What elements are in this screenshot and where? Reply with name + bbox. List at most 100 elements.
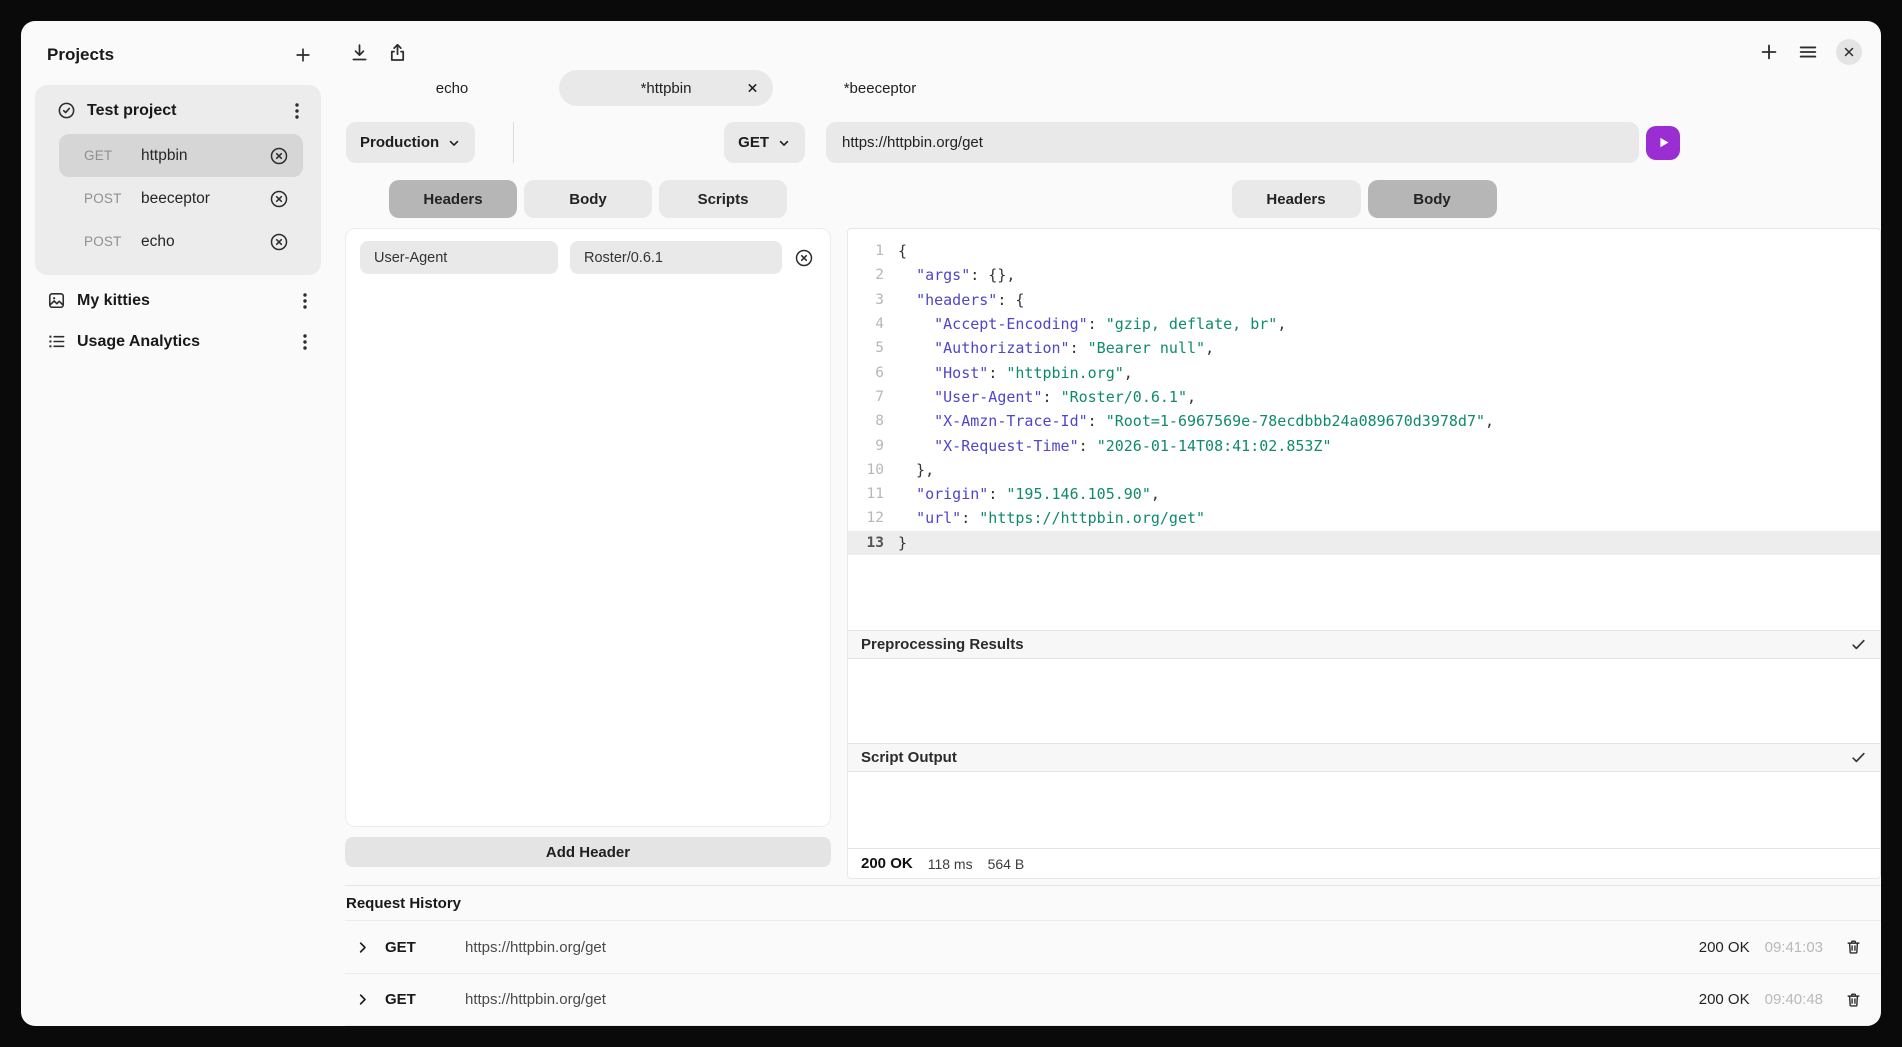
request-method-label: POST (84, 234, 128, 249)
sidebar-item-label: My kitties (77, 292, 150, 310)
expand-row-button[interactable] (355, 940, 370, 955)
code-text: "headers": { (898, 291, 1024, 309)
x-circle-icon (269, 189, 289, 209)
project-request-item[interactable]: POST echo (59, 220, 303, 263)
response-card: 1 { 2 "args": {}, 3 "headers": { 4 (847, 228, 1881, 879)
environment-dropdown[interactable]: Production (346, 122, 475, 163)
history-time: 09:41:03 (1765, 939, 1823, 956)
tabstrip: echo *httpbin *beeceptor (345, 70, 1881, 106)
close-icon (1843, 46, 1855, 58)
response-pane-tab[interactable]: Headers (1232, 180, 1361, 218)
add-project-button[interactable] (293, 45, 313, 65)
chevron-down-icon (447, 136, 461, 150)
preprocessing-results-header: Preprocessing Results (848, 630, 1880, 659)
code-line: 6 "Host": "httpbin.org", (848, 360, 1880, 384)
request-tab[interactable]: echo (345, 70, 559, 106)
tab-label: Body (569, 191, 607, 208)
response-pane: Headers Body 1 { 2 "args": {}, (847, 180, 1881, 879)
output-line (861, 664, 1867, 688)
history-row[interactable]: GET https://httpbin.org/get 200 OK 09:40… (345, 973, 1881, 1026)
close-window-button[interactable] (1836, 39, 1862, 65)
header-value-input[interactable]: Roster/0.6.1 (570, 241, 782, 274)
line-number: 10 (848, 462, 884, 478)
sidebar-item-usage-analytics[interactable]: Usage Analytics (21, 316, 333, 357)
plus-icon (1758, 41, 1780, 63)
x-circle-icon (794, 248, 814, 268)
response-body-viewer[interactable]: 1 { 2 "args": {}, 3 "headers": { 4 (848, 229, 1880, 630)
download-button[interactable] (349, 42, 370, 63)
delete-request-button[interactable] (269, 189, 289, 209)
request-pane-tab[interactable]: Scripts (659, 180, 787, 218)
request-pane: Headers Body Scripts User-Agent Roster/0… (345, 180, 831, 879)
environment-label: Production (360, 134, 439, 151)
menu-button[interactable] (1797, 41, 1819, 63)
kebab-menu-icon (289, 102, 305, 120)
delete-history-button[interactable] (1845, 991, 1862, 1009)
project-menu-button[interactable] (289, 102, 305, 120)
response-pane-tabs: Headers Body (847, 180, 1881, 218)
project-name: Test project (87, 102, 177, 120)
delete-request-button[interactable] (269, 232, 289, 252)
request-pane-tab[interactable]: Headers (389, 180, 517, 218)
request-name-label: httpbin (141, 147, 188, 165)
my-kitties-menu-button[interactable] (297, 292, 313, 310)
request-tab[interactable]: *beeceptor (773, 70, 987, 106)
preprocessing-output (848, 659, 1880, 743)
delete-request-button[interactable] (269, 146, 289, 166)
trash-icon (1845, 938, 1862, 956)
tab-label: Headers (1266, 191, 1325, 208)
share-button[interactable] (387, 42, 408, 63)
output-line (861, 736, 1867, 743)
script-output (848, 772, 1880, 848)
output-line (861, 712, 1867, 736)
expand-row-button[interactable] (355, 992, 370, 1007)
request-tab[interactable]: *httpbin (559, 70, 773, 106)
history-method: GET (385, 991, 423, 1008)
history-url: https://httpbin.org/get (465, 991, 606, 1008)
line-number: 9 (848, 438, 884, 454)
response-pane-tab[interactable]: Body (1368, 180, 1497, 218)
request-tab-label: echo (436, 80, 469, 97)
line-number: 3 (848, 292, 884, 308)
line-number: 4 (848, 316, 884, 332)
plus-icon (293, 45, 313, 65)
code-text: { (898, 242, 907, 260)
delete-history-button[interactable] (1845, 938, 1862, 956)
header-row: User-Agent Roster/0.6.1 (360, 241, 816, 274)
projects-title: Projects (47, 45, 114, 65)
project-request-item[interactable]: GET httpbin (59, 134, 303, 177)
new-tab-button[interactable] (1758, 41, 1780, 63)
script-output-header: Script Output (848, 743, 1880, 772)
sidebar-item-my-kitties[interactable]: My kitties (21, 275, 333, 316)
app-window: Projects Test project GET httpbin (21, 21, 1881, 1026)
request-tab-label: *beeceptor (844, 80, 917, 97)
code-line: 1 { (848, 239, 1880, 263)
main-area: echo *httpbin *beeceptor Pr (333, 21, 1881, 1026)
history-url: https://httpbin.org/get (465, 939, 606, 956)
delete-header-button[interactable] (794, 248, 814, 268)
request-pane-tab[interactable]: Body (524, 180, 652, 218)
project-group-header[interactable]: Test project (43, 95, 313, 134)
method-dropdown[interactable]: GET (724, 122, 805, 163)
tab-close-button[interactable] (747, 83, 758, 94)
history-status: 200 OK (1699, 991, 1750, 1008)
line-number: 11 (848, 486, 884, 502)
header-key-input[interactable]: User-Agent (360, 241, 558, 274)
sidebar-item-label: Usage Analytics (77, 333, 200, 351)
request-history-title: Request History (345, 886, 1881, 920)
add-header-button[interactable]: Add Header (345, 837, 831, 867)
url-input[interactable] (826, 122, 1639, 163)
check-circle-icon (57, 101, 76, 120)
line-number: 12 (848, 510, 884, 526)
history-row[interactable]: GET https://httpbin.org/get 200 OK 09:41… (345, 920, 1881, 973)
tab-label: Headers (423, 191, 482, 208)
send-button[interactable] (1646, 126, 1680, 160)
response-time: 118 ms (928, 856, 973, 872)
trash-icon (1845, 991, 1862, 1009)
usage-analytics-menu-button[interactable] (297, 333, 313, 351)
project-request-item[interactable]: POST beeceptor (59, 177, 303, 220)
code-line: 4 "Accept-Encoding": "gzip, deflate, br"… (848, 312, 1880, 336)
check-icon (1850, 749, 1867, 766)
list-icon (47, 332, 66, 351)
tab-label: Scripts (698, 191, 749, 208)
